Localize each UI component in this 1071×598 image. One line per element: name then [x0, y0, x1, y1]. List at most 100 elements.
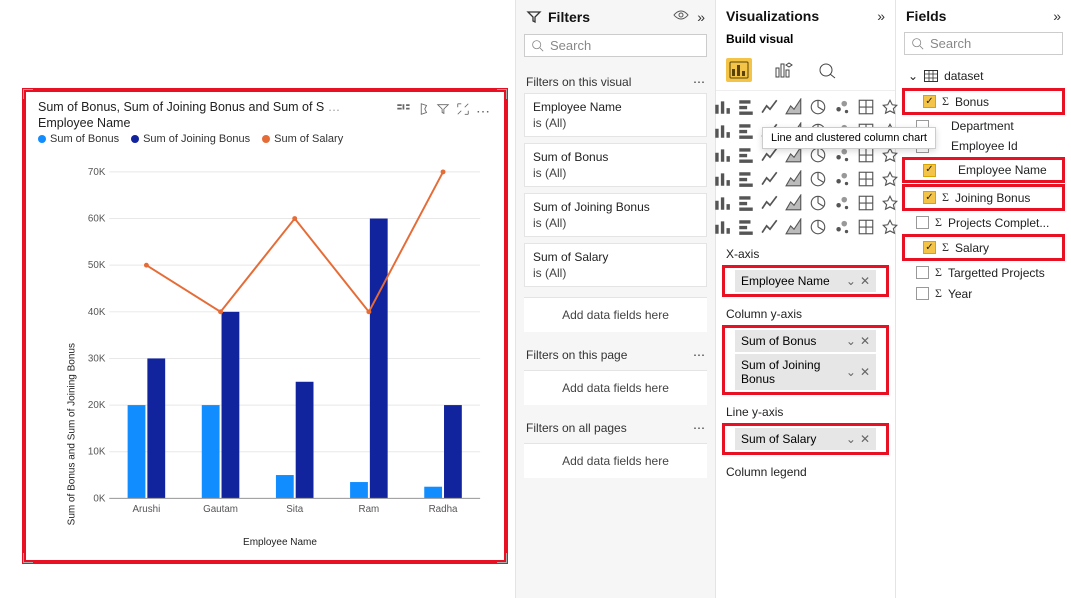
- build-tab-analytics[interactable]: [814, 58, 840, 82]
- viz-type-icon[interactable]: [856, 97, 876, 117]
- viz-type-icon[interactable]: [880, 193, 900, 213]
- viz-type-icon[interactable]: [784, 193, 804, 213]
- viz-type-icon[interactable]: [856, 193, 876, 213]
- resize-handle-br[interactable]: [497, 553, 507, 563]
- field-pill-sum-joining-bonus[interactable]: Sum of Joining Bonus ⌄✕: [735, 354, 876, 390]
- field-item[interactable]: Employee Name: [905, 160, 1062, 180]
- more-icon[interactable]: ⋯: [693, 348, 705, 362]
- viz-type-icon[interactable]: [736, 169, 756, 189]
- remove-icon[interactable]: ✕: [860, 365, 870, 379]
- viz-type-icon[interactable]: [760, 169, 780, 189]
- chevron-down-icon[interactable]: ⌄: [846, 334, 856, 348]
- viz-type-icon[interactable]: [856, 217, 876, 237]
- field-checkbox[interactable]: [916, 266, 929, 279]
- more-options-icon[interactable]: ⋯: [476, 103, 490, 120]
- viz-type-icon[interactable]: [712, 169, 732, 189]
- chevron-down-icon[interactable]: ⌄: [846, 365, 856, 379]
- remove-icon[interactable]: ✕: [860, 274, 870, 288]
- viz-type-icon[interactable]: [880, 217, 900, 237]
- collapse-pane-icon[interactable]: »: [697, 9, 705, 25]
- filter-icon[interactable]: [436, 102, 450, 121]
- viz-type-icon[interactable]: [712, 145, 732, 165]
- field-item[interactable]: ΣSalary: [905, 237, 1062, 258]
- pin-icon[interactable]: [416, 102, 430, 121]
- viz-type-icon[interactable]: [712, 97, 732, 117]
- build-tab-format[interactable]: [770, 58, 796, 82]
- preview-icon[interactable]: [673, 8, 689, 26]
- field-checkbox[interactable]: [916, 287, 929, 300]
- field-item[interactable]: ΣTargetted Projects: [898, 262, 1069, 283]
- filter-card[interactable]: Employee Nameis (All): [524, 93, 707, 137]
- viz-type-icon[interactable]: [808, 169, 828, 189]
- field-pill-sum-salary[interactable]: Sum of Salary ⌄✕: [735, 428, 876, 450]
- collapse-pane-icon[interactable]: »: [1053, 8, 1061, 24]
- chevron-down-icon[interactable]: ⌄: [846, 432, 856, 446]
- viz-type-icon[interactable]: [760, 217, 780, 237]
- legend-item-joining-bonus[interactable]: Sum of Joining Bonus: [131, 133, 250, 145]
- add-all-filter-placeholder[interactable]: Add data fields here: [524, 443, 707, 478]
- field-checkbox[interactable]: [923, 191, 936, 204]
- filters-search-input[interactable]: Search: [524, 34, 707, 57]
- viz-type-icon[interactable]: [736, 217, 756, 237]
- viz-type-icon[interactable]: [880, 97, 900, 117]
- chevron-down-icon[interactable]: ⌄: [846, 274, 856, 288]
- field-item[interactable]: ΣProjects Complet...: [898, 212, 1069, 233]
- field-checkbox[interactable]: [916, 216, 929, 229]
- viz-type-icon[interactable]: [832, 97, 852, 117]
- viz-type-icon[interactable]: [880, 169, 900, 189]
- viz-type-icon[interactable]: [712, 121, 732, 141]
- field-item[interactable]: ΣJoining Bonus: [905, 187, 1062, 208]
- legend-item-salary[interactable]: Sum of Salary: [262, 133, 343, 145]
- viz-type-icon[interactable]: [736, 145, 756, 165]
- expand-icon[interactable]: ⌄: [908, 69, 918, 83]
- viz-type-icon[interactable]: [856, 169, 876, 189]
- build-tab-fields[interactable]: [726, 58, 752, 82]
- resize-handle-tr[interactable]: [497, 89, 507, 99]
- filters-on-all-header[interactable]: Filters on all pages ⋯: [516, 413, 715, 439]
- report-canvas[interactable]: Sum of Bonus, Sum of Joining Bonus and S…: [0, 0, 515, 598]
- collapse-pane-icon[interactable]: »: [877, 8, 885, 24]
- chart-visual-selected[interactable]: Sum of Bonus, Sum of Joining Bonus and S…: [22, 88, 508, 564]
- filter-card[interactable]: Sum of Salaryis (All): [524, 243, 707, 287]
- viz-type-icon[interactable]: [784, 217, 804, 237]
- field-checkbox[interactable]: [923, 241, 936, 254]
- remove-icon[interactable]: ✕: [860, 334, 870, 348]
- field-checkbox[interactable]: [923, 95, 936, 108]
- viz-type-icon[interactable]: [808, 217, 828, 237]
- viz-type-icon[interactable]: [712, 193, 732, 213]
- well-label-line-y: Line y-axis: [716, 397, 895, 421]
- viz-type-icon[interactable]: [712, 217, 732, 237]
- resize-handle-bl[interactable]: [23, 553, 33, 563]
- viz-type-icon[interactable]: [832, 217, 852, 237]
- viz-type-icon[interactable]: [736, 97, 756, 117]
- viz-type-icon[interactable]: [808, 97, 828, 117]
- legend-item-bonus[interactable]: Sum of Bonus: [38, 133, 119, 145]
- viz-type-icon[interactable]: [736, 121, 756, 141]
- viz-type-icon[interactable]: [808, 193, 828, 213]
- viz-type-icon[interactable]: [832, 169, 852, 189]
- filters-on-page-header[interactable]: Filters on this page ⋯: [516, 340, 715, 366]
- field-pill-employee-name[interactable]: Employee Name ⌄✕: [735, 270, 876, 292]
- filter-card[interactable]: Sum of Bonusis (All): [524, 143, 707, 187]
- field-item[interactable]: ΣBonus: [905, 91, 1062, 112]
- add-visual-filter-placeholder[interactable]: Add data fields here: [524, 297, 707, 332]
- table-dataset[interactable]: ⌄ dataset: [898, 65, 1069, 87]
- drill-hierarchy-icon[interactable]: [396, 102, 410, 121]
- focus-mode-icon[interactable]: [456, 102, 470, 121]
- remove-icon[interactable]: ✕: [860, 432, 870, 446]
- field-item[interactable]: ΣYear: [898, 283, 1069, 304]
- viz-type-icon[interactable]: [832, 193, 852, 213]
- more-icon[interactable]: ⋯: [693, 421, 705, 435]
- filters-on-visual-header[interactable]: Filters on this visual ⋯: [516, 67, 715, 93]
- more-icon[interactable]: ⋯: [693, 75, 705, 89]
- add-page-filter-placeholder[interactable]: Add data fields here: [524, 370, 707, 405]
- field-pill-sum-bonus[interactable]: Sum of Bonus ⌄✕: [735, 330, 876, 352]
- viz-type-icon[interactable]: [760, 97, 780, 117]
- field-checkbox[interactable]: [923, 164, 936, 177]
- viz-type-icon[interactable]: [784, 169, 804, 189]
- filter-card[interactable]: Sum of Joining Bonusis (All): [524, 193, 707, 237]
- viz-type-icon[interactable]: [760, 193, 780, 213]
- fields-search-input[interactable]: Search: [904, 32, 1063, 55]
- viz-type-icon[interactable]: [784, 97, 804, 117]
- viz-type-icon[interactable]: [736, 193, 756, 213]
